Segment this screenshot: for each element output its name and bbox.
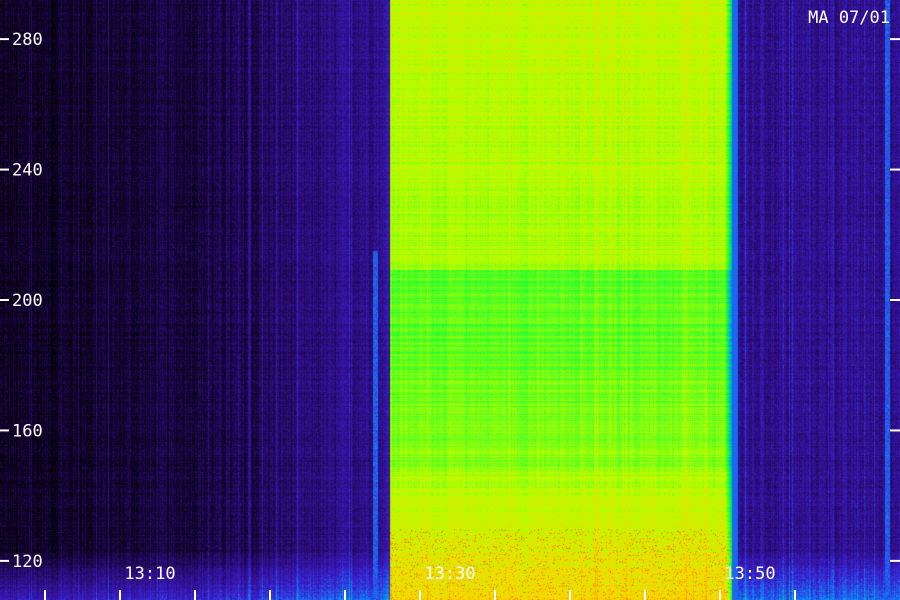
x-axis-labels: 13:10 13:30 13:50 — [124, 564, 775, 584]
x-tick-label: 13:30 — [424, 564, 475, 584]
x-axis-ticks — [44, 590, 796, 600]
y-axis-ticks-right — [890, 38, 900, 562]
y-tick-label: 280 — [12, 30, 43, 50]
y-tick-label: 240 — [12, 161, 43, 181]
y-tick-label: 200 — [12, 291, 43, 311]
y-tick-label: 160 — [12, 421, 43, 441]
y-axis-ticks: 120 160 200 240 280 — [0, 30, 43, 572]
x-tick-label: 13:50 — [724, 564, 775, 584]
y-tick-label: 120 — [12, 552, 43, 572]
station-date-label: MA 07/01 — [808, 8, 890, 28]
axes-overlay: 120 160 200 240 280 13:10 13:30 13:50 MA 07/01 — [0, 8, 900, 600]
x-tick-label: 13:10 — [124, 564, 175, 584]
